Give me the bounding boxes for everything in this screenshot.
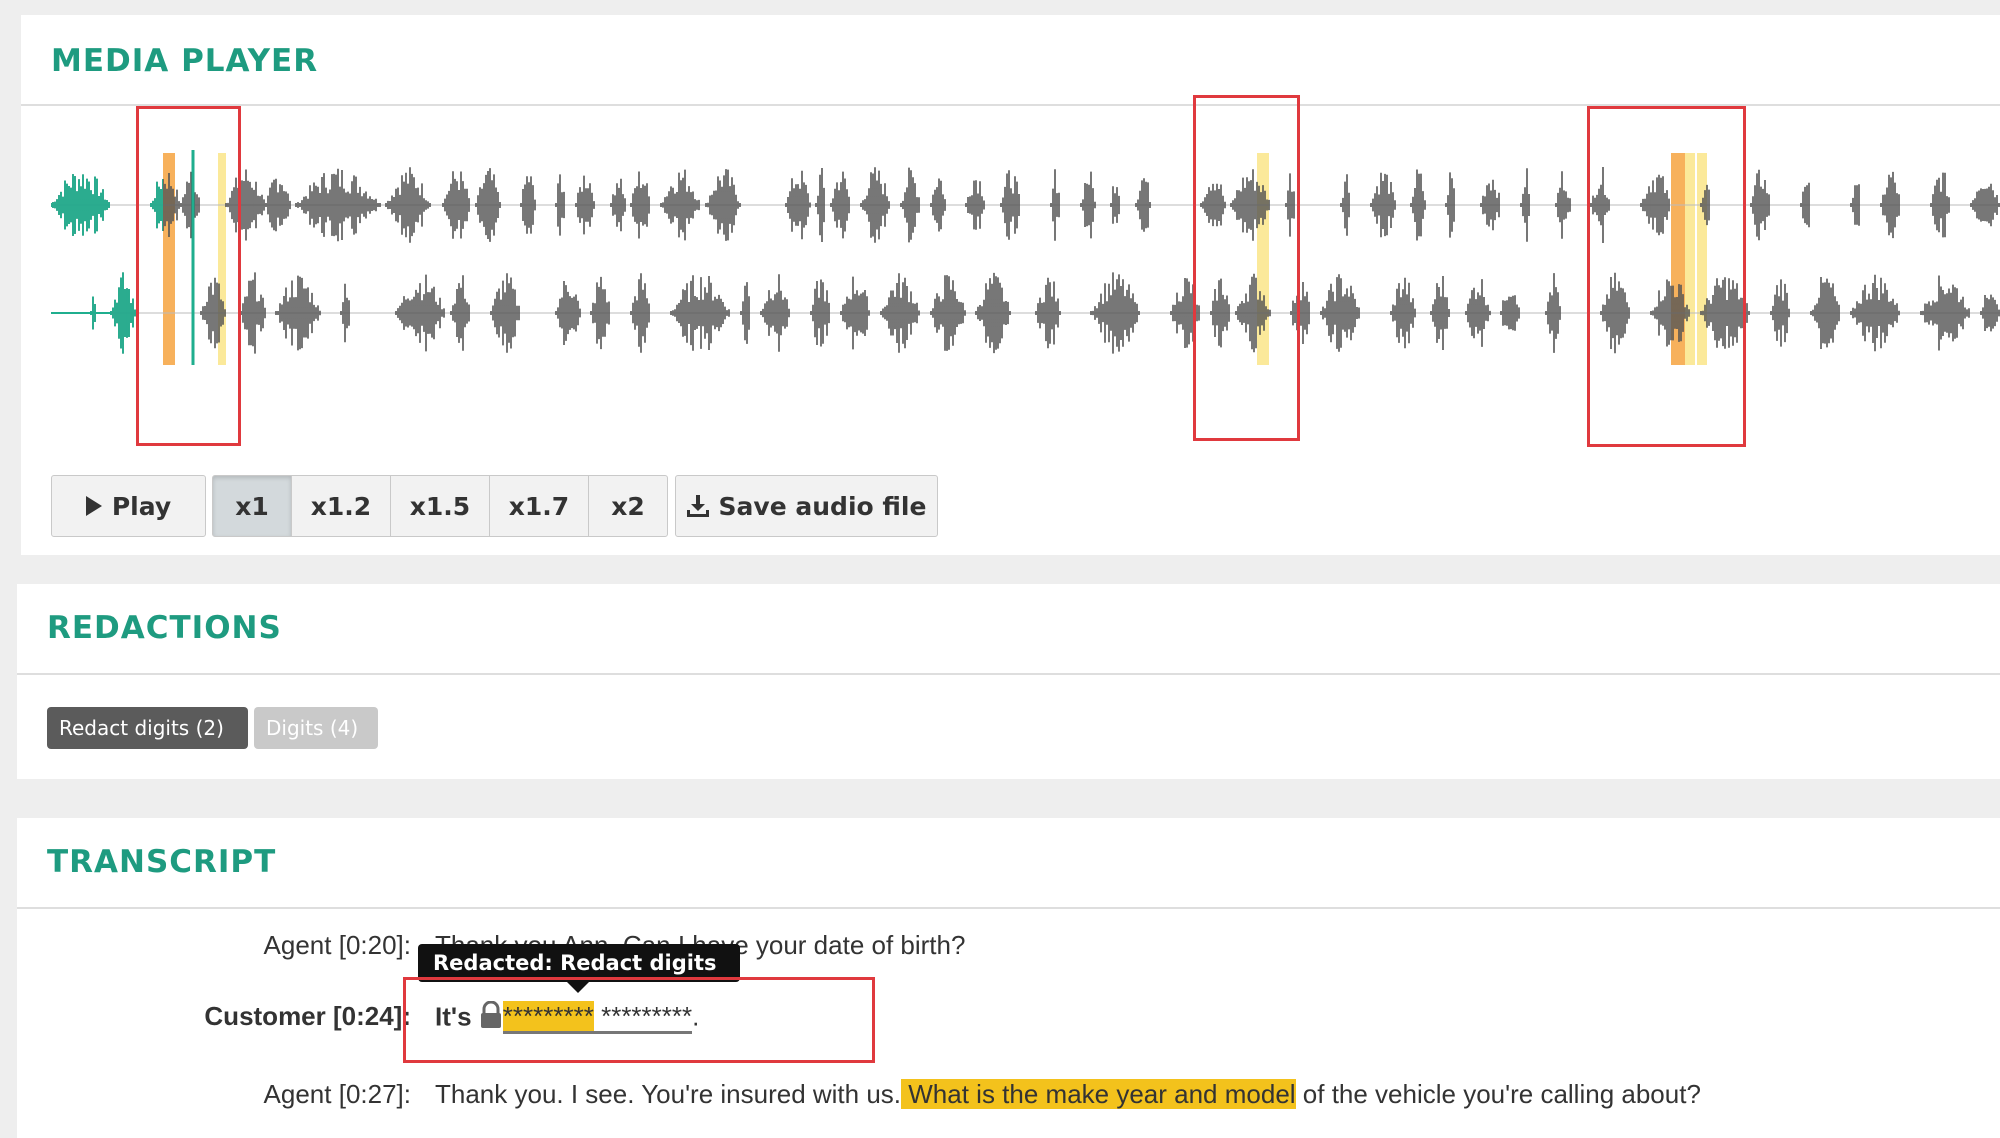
- speed-x1-5[interactable]: x1.5: [390, 475, 490, 537]
- utterance-after: of the vehicle you're calling about?: [1295, 1079, 1701, 1109]
- play-icon: [85, 496, 102, 516]
- divider: [17, 673, 2000, 675]
- divider: [17, 907, 2000, 909]
- tag-redact-digits[interactable]: Redact digits (2): [47, 707, 248, 749]
- download-icon: [686, 495, 709, 517]
- speed-selector: x1 x1.2 x1.5 x1.7 x2: [212, 475, 668, 537]
- speed-x1-7[interactable]: x1.7: [489, 475, 589, 537]
- media-player-title: MEDIA PLAYER: [51, 43, 319, 79]
- highlighted-phrase[interactable]: What is the make year and model: [901, 1079, 1296, 1109]
- transcript-title: TRANSCRIPT: [47, 844, 277, 880]
- redaction-marker-group: [136, 106, 241, 446]
- transcript-row: Agent [0:20]: Thank you Ann. Can I have …: [17, 930, 2000, 970]
- tag-digits[interactable]: Digits (4): [254, 707, 378, 749]
- speed-x2[interactable]: x2: [588, 475, 668, 537]
- media-player-panel: MEDIA PLAYER 030601:302:002:303:003:304:…: [21, 15, 2000, 555]
- redaction-highlight-box: [403, 977, 875, 1063]
- utterance-text[interactable]: Thank you. I see. You're insured with us…: [435, 1079, 1701, 1110]
- play-label: Play: [111, 491, 172, 521]
- transcript-panel: TRANSCRIPT Agent [0:20]: Thank you Ann. …: [17, 818, 2000, 1138]
- redactions-title: REDACTIONS: [47, 610, 282, 646]
- redaction-marker-group: [1193, 95, 1300, 441]
- speed-x1-2[interactable]: x1.2: [291, 475, 391, 537]
- play-button[interactable]: Play: [51, 475, 206, 537]
- utterance-before: Thank you. I see. You're insured with us…: [435, 1079, 902, 1109]
- redactions-panel: REDACTIONS Redact digits (2) Digits (4): [17, 584, 2000, 779]
- speaker-label: Customer [0:24]:: [204, 1001, 411, 1031]
- speaker-label: Agent [0:27]:: [263, 1079, 411, 1109]
- speed-x1[interactable]: x1: [212, 475, 292, 537]
- redaction-marker-group: [1587, 106, 1746, 447]
- transcript-row: Customer [0:24]: It's ********* ********…: [17, 1000, 2000, 1041]
- transcript-row: Agent [0:27]: Thank you. I see. You're i…: [17, 1079, 2000, 1119]
- save-audio-button[interactable]: Save audio file: [675, 475, 938, 537]
- save-audio-label: Save audio file: [718, 491, 927, 521]
- speaker-label: Agent [0:20]:: [263, 930, 411, 960]
